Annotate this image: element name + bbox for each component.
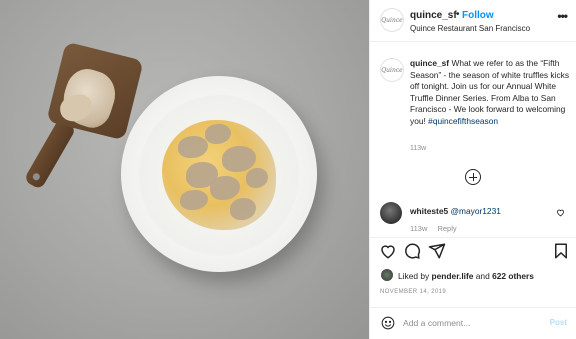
avatar-logo-text: Quince bbox=[381, 16, 403, 24]
caption-username[interactable]: quince_sf bbox=[410, 58, 449, 68]
share-icon[interactable] bbox=[428, 242, 446, 260]
likes-joiner: and bbox=[475, 271, 490, 281]
caption-timestamp[interactable]: 113w bbox=[410, 145, 426, 152]
action-bar bbox=[370, 240, 576, 264]
heart-icon[interactable] bbox=[556, 208, 565, 217]
separator-dot: • bbox=[456, 9, 460, 20]
post-photo[interactable] bbox=[0, 0, 369, 339]
follow-button[interactable]: Follow bbox=[462, 10, 494, 21]
post-button[interactable]: Post bbox=[550, 318, 567, 327]
emoji-icon[interactable] bbox=[381, 316, 395, 330]
caption-avatar[interactable]: Quince bbox=[380, 58, 404, 82]
reply-button[interactable]: Reply bbox=[437, 224, 456, 233]
divider bbox=[370, 237, 576, 238]
comment-icon[interactable] bbox=[403, 242, 421, 260]
liker-avatar[interactable] bbox=[381, 269, 393, 281]
heart-icon[interactable] bbox=[379, 242, 397, 260]
author-username[interactable]: quince_sf bbox=[410, 10, 457, 21]
commenter-avatar[interactable] bbox=[380, 202, 402, 224]
caption-hashtag[interactable]: #quincefifthseason bbox=[428, 116, 498, 126]
add-comment-bar: Post bbox=[370, 307, 576, 339]
commenter-username[interactable]: whiteste5 bbox=[410, 206, 448, 216]
comment-mention[interactable]: @mayor1231 bbox=[451, 206, 501, 216]
bookmark-icon[interactable] bbox=[552, 242, 570, 260]
avatar-logo-text: Quince bbox=[381, 66, 403, 74]
comment-timestamp[interactable]: 113w bbox=[410, 224, 427, 233]
liker-username[interactable]: pender.life bbox=[432, 271, 474, 281]
post-sidebar: Quince quince_sf • Follow Quince Restaur… bbox=[369, 0, 576, 339]
likes-prefix: Liked by bbox=[398, 271, 430, 281]
likes-summary: Liked by pender.life and 622 others bbox=[398, 271, 534, 281]
board-hole bbox=[31, 171, 42, 182]
post-caption: quince_sf What we refer to as the “Fifth… bbox=[410, 58, 570, 127]
comment-meta: 113w Reply bbox=[410, 224, 465, 233]
plus-circle-icon[interactable] bbox=[465, 169, 481, 185]
post-date[interactable]: NOVEMBER 14, 2019 bbox=[380, 289, 446, 295]
author-avatar[interactable]: Quince bbox=[380, 8, 404, 32]
comment: whiteste5 @mayor1231 bbox=[410, 206, 501, 216]
post-header: Quince quince_sf • Follow Quince Restaur… bbox=[370, 0, 576, 42]
location-link[interactable]: Quince Restaurant San Francisco bbox=[410, 24, 530, 33]
comment-input[interactable] bbox=[403, 316, 533, 330]
ellipsis-icon[interactable]: ••• bbox=[557, 9, 568, 23]
cutting-board-handle bbox=[23, 117, 77, 191]
likes-others[interactable]: 622 others bbox=[492, 271, 534, 281]
